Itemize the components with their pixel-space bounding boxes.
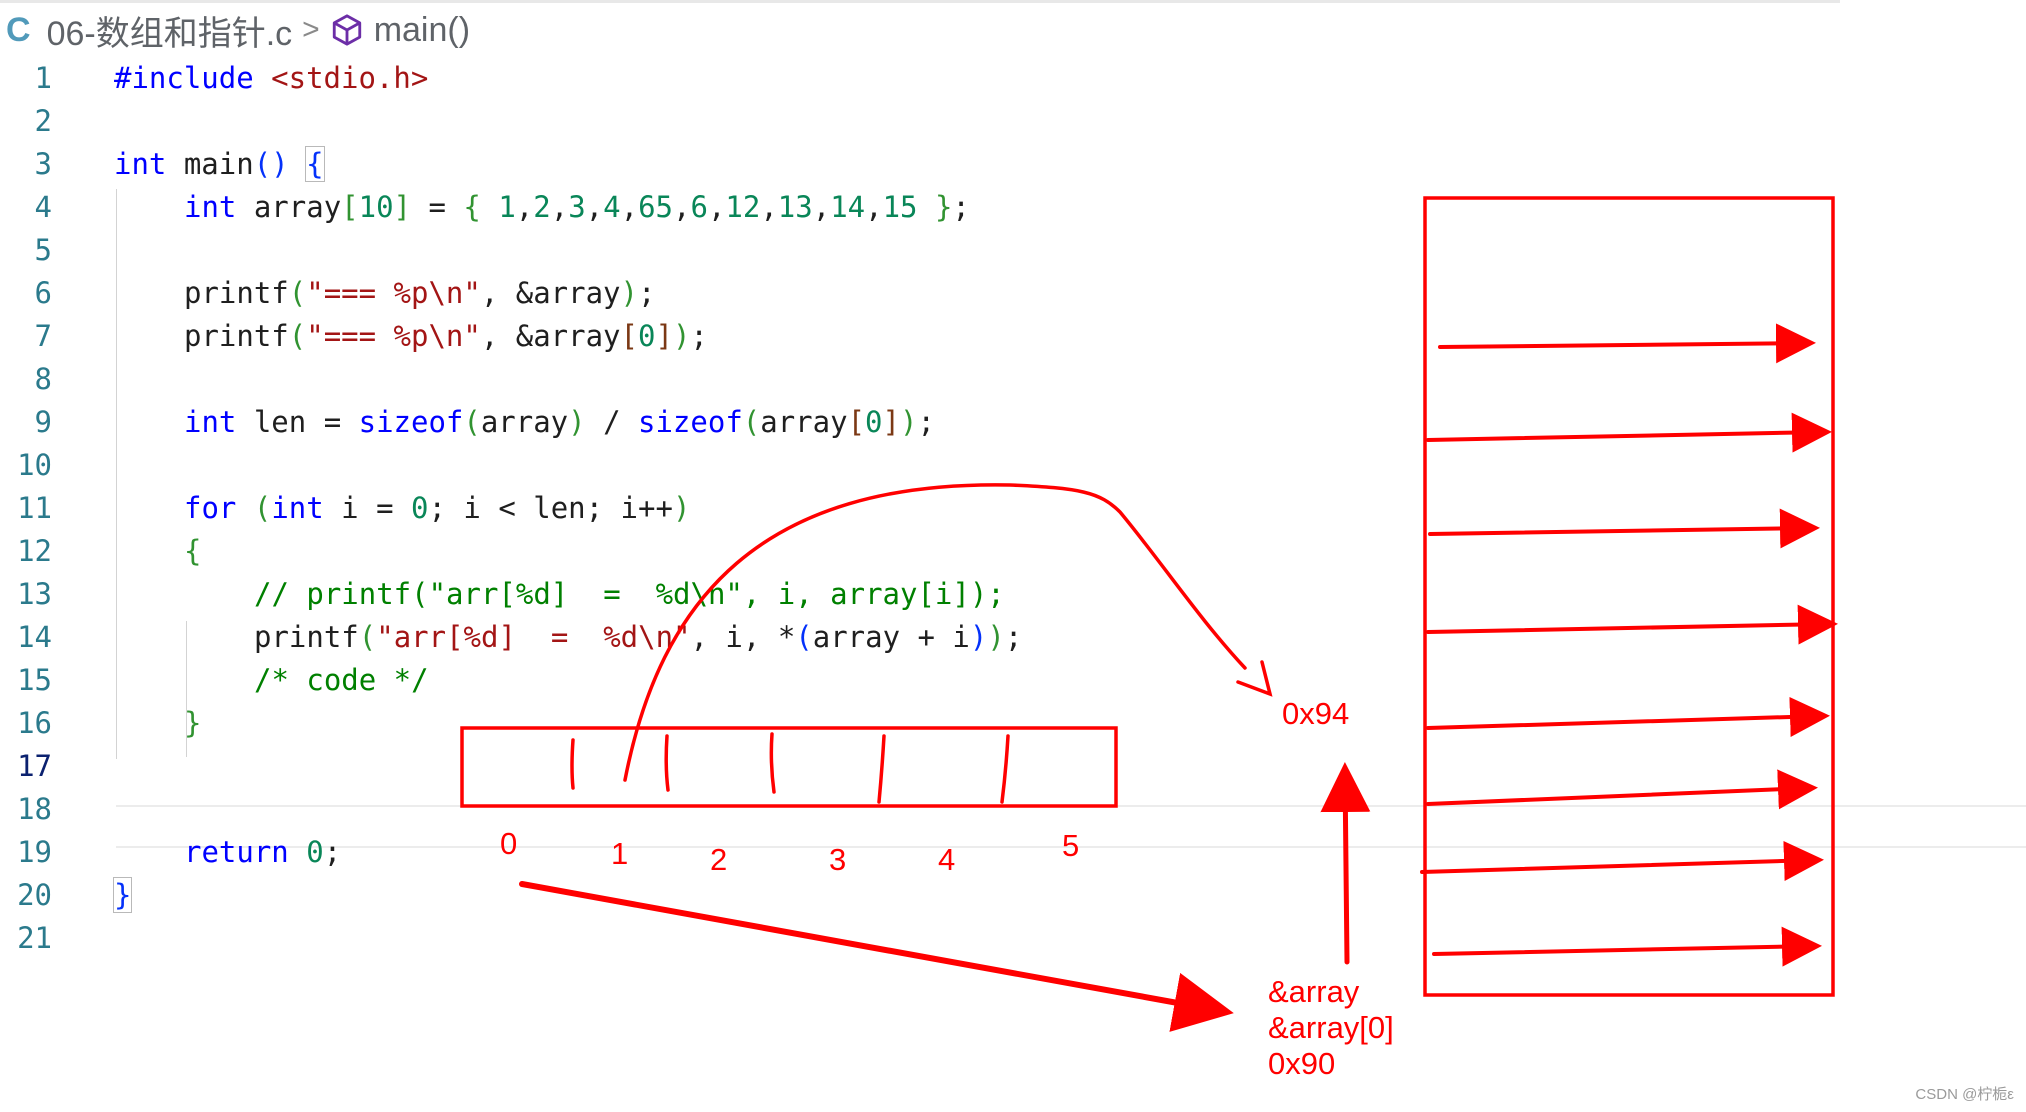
cell-divider [769,732,776,794]
memory-row-arrow [1426,412,1832,453]
arrow-up-to-0x94 [1320,762,1371,965]
index-label: 2 [710,842,728,877]
index-label: 5 [1062,828,1080,863]
index-label: 3 [829,842,847,877]
array-cells-box [460,726,1118,808]
memory-block-box [1423,196,1835,997]
memory-row-arrow [1426,696,1830,737]
address-label-0x90: 0x90 [1268,1046,1336,1081]
address-label-array: &array [1268,974,1360,1009]
cell-divider [664,734,670,792]
memory-row-arrow [1438,323,1816,364]
cell-divider [1000,734,1010,804]
index-label: 1 [611,836,629,871]
index-label: 0 [500,826,518,861]
handwritten-annotations [460,196,1838,1032]
cell-divider [877,734,886,804]
cell-divider [570,738,575,790]
arrow-to-address [519,881,1234,1032]
watermark: CSDN @柠栀ε [1915,1086,2014,1103]
address-label-0x94: 0x94 [1282,696,1350,731]
index-label: 4 [938,842,956,877]
memory-row-arrow [1428,508,1820,549]
memory-row-arrow [1420,840,1824,881]
memory-row-arrow [1426,769,1818,810]
address-label-array-0: &array[0] [1268,1010,1394,1045]
memory-row-arrow [1432,926,1822,967]
memory-row-arrow [1426,604,1838,645]
curved-arrow [623,483,1247,782]
